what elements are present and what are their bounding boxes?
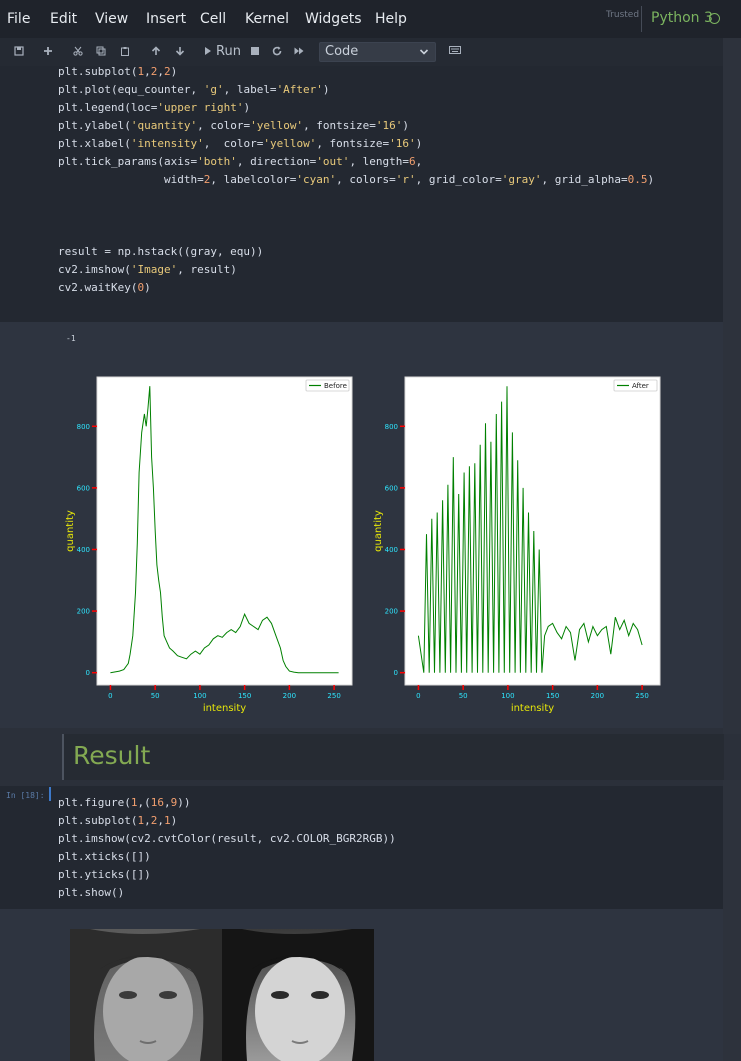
move-down-icon bbox=[175, 47, 185, 56]
cut-icon bbox=[73, 46, 83, 56]
menubar: File Edit View Insert Cell Kernel Widget… bbox=[0, 0, 741, 38]
menu-widgets[interactable]: Widgets bbox=[305, 11, 362, 27]
move-up-icon bbox=[151, 46, 161, 55]
y-tick-label: 400 bbox=[385, 546, 398, 554]
markdown-heading: Result bbox=[73, 741, 151, 770]
y-axis-label: quantity bbox=[373, 510, 384, 552]
scrollbar[interactable] bbox=[723, 38, 741, 1061]
y-axis-label: quantity bbox=[65, 510, 76, 552]
code-line: plt.yticks([]) bbox=[58, 868, 151, 881]
code-line: cv2.waitKey(0) bbox=[58, 281, 151, 294]
input-prompt: In [18]: bbox=[6, 791, 45, 800]
stop-icon bbox=[251, 47, 259, 55]
y-tick-label: 0 bbox=[394, 669, 398, 677]
cell-type-select[interactable]: Code bbox=[319, 42, 436, 62]
y-tick-label: 800 bbox=[385, 423, 398, 431]
code-line: cv2.imshow('Image', result) bbox=[58, 263, 237, 276]
cell-type-value: Code bbox=[325, 44, 359, 59]
interrupt-button[interactable] bbox=[246, 42, 264, 62]
code-line: plt.plot(equ_counter, 'g', label='After'… bbox=[58, 83, 330, 96]
histogram-before-chart: 0 50 100 150 200 250 0 200 400 600 800 intensity qua… bbox=[65, 376, 353, 714]
x-tick-label: 250 bbox=[635, 692, 648, 700]
y-tick-label: 600 bbox=[77, 484, 90, 492]
kernel-status-icon bbox=[709, 13, 720, 24]
add-cell-button[interactable] bbox=[38, 42, 58, 62]
y-tick-label: 600 bbox=[385, 484, 398, 492]
cut-button[interactable] bbox=[68, 42, 88, 62]
menu-kernel[interactable]: Kernel bbox=[245, 11, 289, 27]
keyboard-icon bbox=[449, 46, 461, 54]
cell-selection-bar bbox=[49, 787, 51, 801]
y-tick-label: 800 bbox=[77, 423, 90, 431]
code-line: plt.subplot(1,2,1) bbox=[58, 814, 178, 827]
code-line: plt.xlabel('intensity', color='yellow', … bbox=[58, 137, 423, 150]
code-line: plt.figure(1,(16,9)) bbox=[58, 796, 191, 809]
code-line: plt.tick_params(axis='both', direction='… bbox=[58, 155, 423, 168]
legend: Before bbox=[305, 379, 350, 392]
y-tick-label: 400 bbox=[77, 546, 90, 554]
save-icon bbox=[14, 46, 24, 56]
x-tick-label: 150 bbox=[546, 692, 559, 700]
x-tick-label: 0 bbox=[108, 692, 112, 700]
run-button[interactable] bbox=[201, 42, 215, 62]
restart-icon bbox=[272, 46, 282, 56]
fast-forward-icon bbox=[294, 47, 304, 55]
markdown-cell-inner bbox=[62, 734, 724, 780]
menu-view[interactable]: View bbox=[95, 11, 128, 27]
result-image bbox=[70, 929, 374, 1061]
x-tick-label: 250 bbox=[327, 692, 340, 700]
code-line: result = np.hstack((gray, equ)) bbox=[58, 245, 264, 258]
x-tick-label: 200 bbox=[591, 692, 604, 700]
x-tick-label: 0 bbox=[416, 692, 420, 700]
x-tick-label: 50 bbox=[459, 692, 468, 700]
code-line: plt.imshow(cv2.cvtColor(result, cv2.COLO… bbox=[58, 832, 396, 845]
output-text: -1 bbox=[66, 334, 76, 343]
legend: After bbox=[613, 379, 658, 392]
x-tick-label: 200 bbox=[283, 692, 296, 700]
menu-edit[interactable]: Edit bbox=[50, 11, 77, 27]
move-up-button[interactable] bbox=[146, 42, 166, 62]
x-tick-label: 150 bbox=[238, 692, 251, 700]
kernel-separator bbox=[641, 6, 642, 32]
x-tick-label: 100 bbox=[501, 692, 514, 700]
chevron-down-icon bbox=[419, 49, 429, 55]
y-tick-label: 200 bbox=[77, 608, 90, 616]
paste-button[interactable] bbox=[115, 42, 135, 62]
copy-icon bbox=[96, 46, 106, 56]
menu-file[interactable]: File bbox=[7, 11, 30, 27]
x-tick-label: 100 bbox=[193, 692, 206, 700]
code-line: width=2, labelcolor='cyan', colors='r', … bbox=[58, 173, 655, 186]
legend-label: After bbox=[632, 382, 649, 390]
menu-cell[interactable]: Cell bbox=[200, 11, 226, 27]
x-axis-label: intensity bbox=[203, 703, 246, 714]
legend-label: Before bbox=[324, 382, 347, 390]
add-cell-icon bbox=[44, 47, 52, 55]
histogram-after-chart: 0 50 100 150 200 250 0 200 400 600 800 intensity qua… bbox=[373, 376, 661, 714]
menu-insert[interactable]: Insert bbox=[146, 11, 186, 27]
copy-button[interactable] bbox=[91, 42, 111, 62]
move-down-button[interactable] bbox=[170, 42, 190, 62]
code-line: plt.show() bbox=[58, 886, 125, 899]
y-tick-label: 0 bbox=[86, 669, 90, 677]
x-axis-label: intensity bbox=[511, 703, 554, 714]
run-icon bbox=[205, 47, 211, 55]
restart-run-all-button[interactable] bbox=[290, 42, 308, 62]
menu-help[interactable]: Help bbox=[375, 11, 407, 27]
code-line: plt.xticks([]) bbox=[58, 850, 151, 863]
y-tick-label: 200 bbox=[385, 608, 398, 616]
plot-area bbox=[96, 376, 353, 686]
run-label[interactable]: Run bbox=[216, 42, 241, 62]
x-tick-label: 50 bbox=[151, 692, 160, 700]
restart-button[interactable] bbox=[268, 42, 286, 62]
code-line: plt.ylabel('quantity', color='yellow', f… bbox=[58, 119, 410, 132]
kernel-name[interactable]: Python 3 bbox=[651, 10, 713, 26]
code-line: plt.legend(loc='upper right') bbox=[58, 101, 251, 114]
paste-icon bbox=[121, 47, 129, 56]
command-palette-button[interactable] bbox=[444, 42, 466, 62]
code-line: plt.subplot(1,2,2) bbox=[58, 65, 178, 78]
save-button[interactable] bbox=[9, 42, 29, 62]
trusted-badge[interactable]: Trusted bbox=[606, 10, 639, 20]
